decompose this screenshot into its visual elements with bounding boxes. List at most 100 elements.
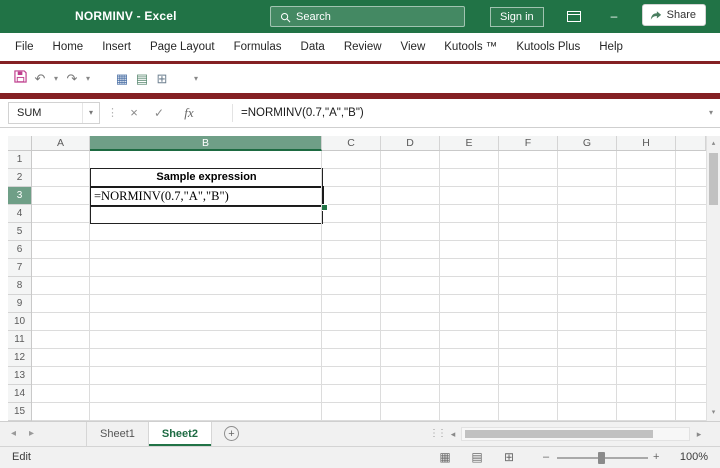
scroll-up-button[interactable]: ▴	[707, 137, 720, 151]
menu-tab-view[interactable]: View	[401, 41, 426, 53]
normal-view-icon: ▦	[439, 450, 450, 464]
normal-view-button[interactable]: ▦	[436, 447, 454, 468]
previous-sheet-button[interactable]: ◂	[11, 422, 16, 446]
row-header-5[interactable]: 5	[8, 223, 31, 241]
column-header-e[interactable]: E	[440, 136, 499, 150]
undo-dropdown[interactable]: ▾	[50, 74, 62, 83]
column-header-d[interactable]: D	[381, 136, 440, 150]
search-icon	[280, 12, 291, 23]
window-icon: ⊞	[157, 71, 168, 86]
redo-dropdown[interactable]: ▾	[82, 74, 94, 83]
sheet-tabs: Sheet1Sheet2	[86, 422, 212, 446]
row-header-6[interactable]: 6	[8, 241, 31, 259]
search-box[interactable]: Search	[270, 6, 465, 27]
borders-button[interactable]: ▦	[112, 69, 132, 89]
scroll-down-button[interactable]: ▾	[707, 406, 720, 420]
column-header-g[interactable]: G	[558, 136, 617, 150]
customize-quick-access-button[interactable]: ▾	[190, 74, 202, 83]
cell-grid[interactable]: Sample expression =NORMINV(0.7,"A","B")	[32, 151, 706, 421]
sign-in-button[interactable]: Sign in	[490, 7, 544, 27]
save-button[interactable]	[10, 69, 30, 89]
row-header-14[interactable]: 14	[8, 385, 31, 403]
menu-tab-page-layout[interactable]: Page Layout	[150, 41, 215, 53]
next-sheet-button[interactable]: ▸	[29, 422, 34, 446]
zoom-percentage[interactable]: 100%	[680, 447, 708, 468]
ribbon-display-options-button[interactable]	[554, 0, 594, 33]
gridline-vertical	[557, 151, 558, 421]
expand-formula-bar-button[interactable]: ▾	[709, 99, 713, 127]
zoom-in-button[interactable]: +	[653, 447, 659, 468]
title-bar: NORMINV - Excel Search Sign in – □ ×	[0, 0, 720, 33]
minimize-button[interactable]: –	[594, 0, 634, 33]
zoom-out-button[interactable]: –	[543, 447, 549, 468]
row-header-7[interactable]: 7	[8, 259, 31, 277]
menu-tab-kutools-plus[interactable]: Kutools Plus	[516, 41, 580, 53]
redo-button[interactable]: ↷	[62, 69, 82, 89]
menu-tab-kutools[interactable]: Kutools ™	[444, 41, 497, 53]
row-header-4[interactable]: 4	[8, 205, 31, 223]
row-header-2[interactable]: 2	[8, 169, 31, 187]
column-header-partial[interactable]	[676, 136, 706, 150]
cell-b3[interactable]: =NORMINV(0.7,"A","B")	[89, 186, 324, 207]
cell-b4[interactable]	[90, 206, 323, 224]
column-header-f[interactable]: F	[499, 136, 558, 150]
page-break-view-button[interactable]: ⊞	[500, 447, 518, 468]
row-header-3[interactable]: 3	[8, 187, 31, 205]
tab-splitter-handle[interactable]: ⋮⋮	[429, 422, 445, 446]
menu-tab-insert[interactable]: Insert	[102, 41, 131, 53]
row-header-9[interactable]: 9	[8, 295, 31, 313]
undo-button[interactable]: ↶	[30, 69, 50, 89]
row-header-10[interactable]: 10	[8, 313, 31, 331]
fill-handle[interactable]	[321, 204, 328, 211]
column-headers: ABCDEFGH	[32, 136, 706, 151]
sheet-tab-sheet2[interactable]: Sheet2	[149, 422, 212, 446]
cancel-button[interactable]: ×	[123, 99, 145, 127]
column-header-c[interactable]: C	[322, 136, 381, 150]
cancel-icon: ×	[130, 105, 138, 120]
menu-tab-file[interactable]: File	[15, 41, 34, 53]
horizontal-scroll-thumb[interactable]	[465, 430, 653, 438]
name-box[interactable]: SUM ▾	[8, 102, 100, 124]
scroll-left-button[interactable]: ◂	[446, 427, 460, 441]
sheet-tab-sheet1[interactable]: Sheet1	[86, 422, 149, 446]
row-header-15[interactable]: 15	[8, 403, 31, 421]
scroll-right-button[interactable]: ▸	[692, 427, 706, 441]
row-header-8[interactable]: 8	[8, 277, 31, 295]
menu-tab-help[interactable]: Help	[599, 41, 623, 53]
page-layout-view-button[interactable]: ▤	[468, 447, 486, 468]
horizontal-scrollbar[interactable]	[461, 427, 690, 441]
column-header-h[interactable]: H	[617, 136, 676, 150]
vertical-scrollbar[interactable]: ▴ ▾	[706, 136, 720, 421]
zoom-slider[interactable]	[557, 457, 648, 459]
row-header-12[interactable]: 12	[8, 349, 31, 367]
gridline-vertical	[675, 151, 676, 421]
window-title: NORMINV - Excel	[75, 0, 177, 33]
menu-bar: File Home Insert Page Layout Formulas Data Rev…	[0, 33, 720, 61]
row-header-11[interactable]: 11	[8, 331, 31, 349]
add-sheet-button[interactable]: +	[224, 426, 239, 441]
column-header-a[interactable]: A	[32, 136, 90, 150]
menu-tab-data[interactable]: Data	[301, 41, 325, 53]
enter-button[interactable]: ✓	[148, 99, 170, 127]
menu-tab-review[interactable]: Review	[344, 41, 382, 53]
gridline-vertical	[89, 151, 90, 421]
column-header-b[interactable]: B	[90, 136, 322, 151]
menu-tab-home[interactable]: Home	[53, 41, 84, 53]
gridline-vertical	[498, 151, 499, 421]
insert-picture-button[interactable]: ▤	[132, 69, 152, 89]
menu-tab-formulas[interactable]: Formulas	[234, 41, 282, 53]
vertical-scroll-thumb[interactable]	[709, 153, 718, 205]
chevron-down-icon[interactable]: ▾	[82, 103, 99, 123]
share-button[interactable]: Share	[642, 4, 706, 26]
row-header-1[interactable]: 1	[8, 151, 31, 169]
cell-b2[interactable]: Sample expression	[90, 168, 323, 187]
insert-function-button[interactable]: fx	[178, 99, 200, 127]
zoom-slider-thumb[interactable]	[598, 452, 605, 464]
formula-input[interactable]: =NORMINV(0.7,"A","B")	[241, 99, 364, 127]
switch-windows-button[interactable]: ⊞	[152, 69, 172, 89]
chevron-down-icon: ▾	[194, 74, 198, 83]
row-header-13[interactable]: 13	[8, 367, 31, 385]
status-bar: Edit ▦ ▤ ⊞ – + 100%	[0, 446, 720, 468]
undo-icon: ↶	[35, 71, 46, 86]
select-all-corner[interactable]	[8, 136, 32, 151]
